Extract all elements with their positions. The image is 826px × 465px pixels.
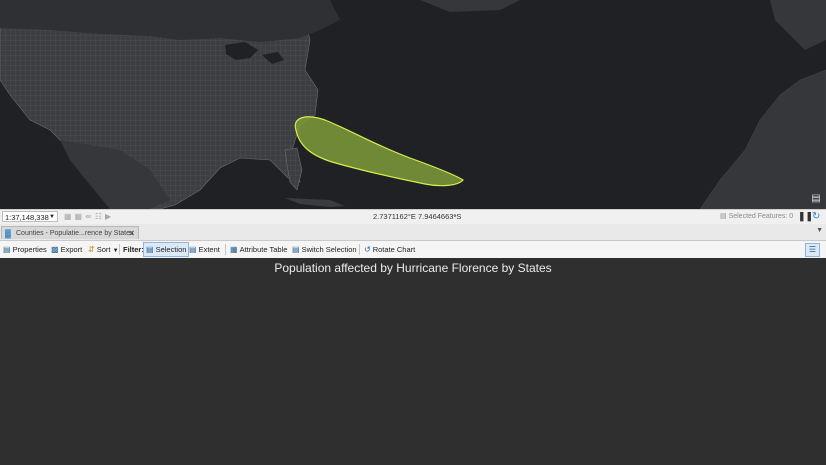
close-icon[interactable]: ✕ bbox=[128, 227, 135, 240]
toolbar-divider bbox=[119, 244, 120, 255]
map-nav-icons[interactable]: ▦▦⇍☷▶ bbox=[64, 212, 114, 221]
properties-button[interactable]: ▤ Properties bbox=[3, 243, 47, 256]
export-label: Export bbox=[60, 245, 83, 254]
rotate-chart-label: Rotate Chart bbox=[372, 245, 416, 254]
chart-title: Population affected by Hurricane Florenc… bbox=[274, 261, 552, 275]
refresh-icon[interactable]: ↻ bbox=[812, 211, 823, 222]
basemap-icon[interactable]: ▤ bbox=[810, 193, 822, 204]
chart-properties-toggle-icon[interactable]: ☰ bbox=[805, 243, 820, 257]
switch-selection-button[interactable]: ▤ Switch Selection bbox=[292, 243, 357, 256]
switch-selection-icon: ▤ bbox=[292, 245, 300, 254]
properties-icon: ▤ bbox=[3, 245, 11, 254]
coordinate-readout: 2.7371162°E 7.9464663°S bbox=[373, 212, 462, 221]
sort-icon: ⇵ bbox=[88, 245, 95, 254]
tab-chart[interactable]: ▓ Counties - Populatie...rence by States… bbox=[1, 226, 139, 239]
selection-label: Selection bbox=[155, 245, 187, 254]
table-icon: ▦ bbox=[230, 245, 238, 254]
rotate-chart-icon: ↺ bbox=[364, 245, 371, 254]
map-status-bar: 1:37,148,338 ▼ ▦▦⇍☷▶ 2.7371162°E 7.94646… bbox=[0, 209, 826, 225]
filter-label: Filter: bbox=[123, 245, 144, 254]
chevron-down-icon[interactable]: ▼ bbox=[49, 212, 55, 223]
toolbar-divider bbox=[225, 244, 226, 255]
sort-label: Sort bbox=[96, 245, 111, 254]
pause-drawing-icon[interactable]: ❚❚ bbox=[798, 211, 813, 222]
chart-icon: ▓ bbox=[5, 229, 11, 238]
scale-selector[interactable]: 1:37,148,338 ▼ bbox=[2, 211, 58, 222]
tab-label: Counties - Populatie...rence by States bbox=[16, 230, 134, 237]
chart-area: Population affected by Hurricane Florenc… bbox=[0, 258, 826, 465]
filter-extent-button[interactable]: ▤ Extent bbox=[189, 243, 220, 256]
filter-selection-button[interactable]: ▤ Selection bbox=[143, 242, 190, 257]
chart-tab-bar: ▓ Counties - Populatie...rence by States… bbox=[0, 224, 826, 241]
hurricane-cone bbox=[294, 116, 464, 187]
chevron-down-icon: ▼ bbox=[112, 248, 119, 254]
attribute-table-label: Attribute Table bbox=[239, 245, 288, 254]
selected-features-label: Selected Features: 0 bbox=[728, 213, 794, 220]
switch-selection-label: Switch Selection bbox=[301, 245, 357, 254]
extent-label: Extent bbox=[198, 245, 220, 254]
attribute-table-button[interactable]: ▦ Attribute Table bbox=[230, 243, 287, 256]
chart-toolbar: ▤ Properties ▩ Export ⇵ Sort ▼ Filter: ▤ Sel… bbox=[0, 241, 826, 259]
export-icon: ▩ bbox=[51, 245, 59, 254]
export-button[interactable]: ▩ Export bbox=[51, 243, 82, 256]
sort-button[interactable]: ⇵ Sort ▼ bbox=[88, 243, 119, 256]
scale-value: 1:37,148,338 bbox=[5, 213, 49, 222]
filter-selection-icon: ▤ bbox=[146, 245, 154, 254]
chevron-down-icon[interactable]: ▼ bbox=[816, 227, 823, 234]
toolbar-divider bbox=[359, 244, 360, 255]
map-canvas bbox=[0, 0, 826, 209]
filter-extent-icon: ▤ bbox=[189, 245, 197, 254]
map-view[interactable]: ▤ bbox=[0, 0, 826, 209]
properties-label: Properties bbox=[12, 245, 47, 254]
rotate-chart-button[interactable]: ↺ Rotate Chart bbox=[364, 243, 415, 256]
selected-features-count[interactable]: ▤ Selected Features: 0 bbox=[720, 212, 793, 220]
chevron-down-icon[interactable]: ⌄ bbox=[452, 211, 458, 219]
